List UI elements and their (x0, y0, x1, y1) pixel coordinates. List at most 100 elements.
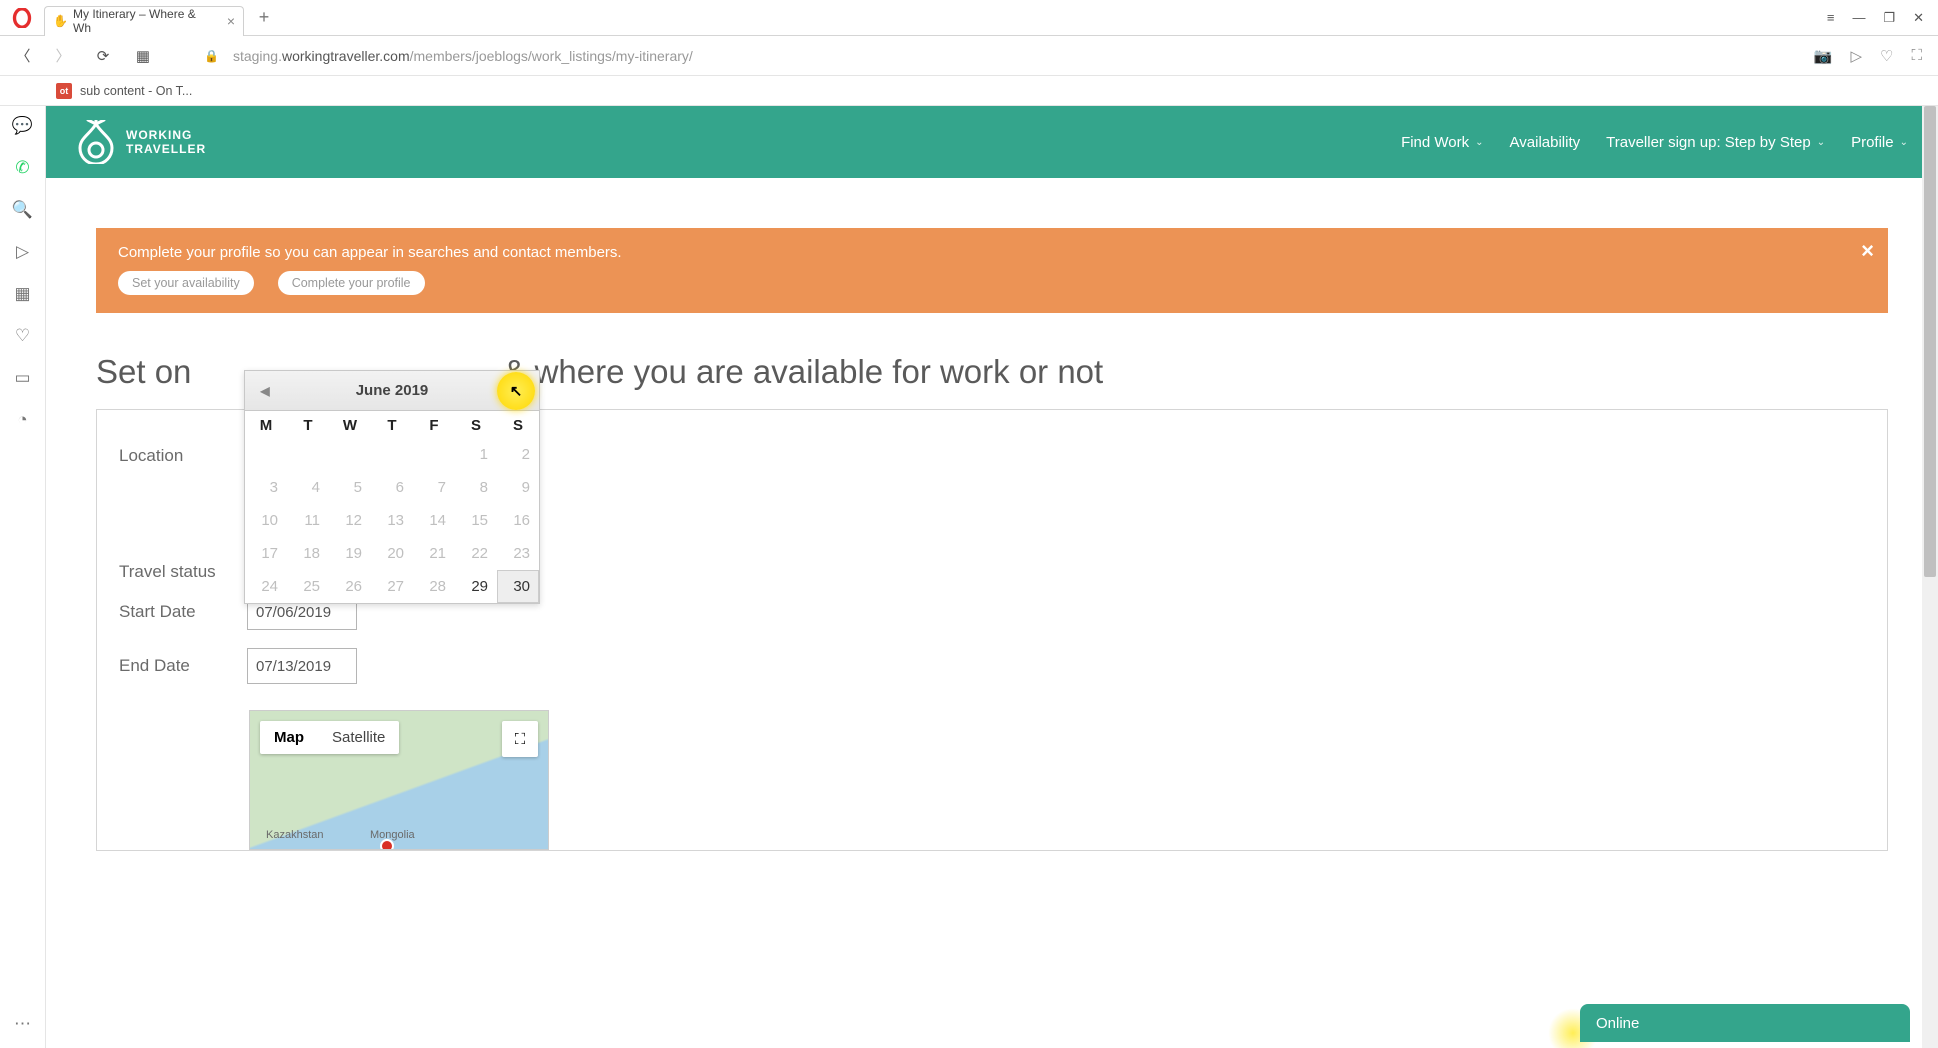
logo-mark-icon (76, 120, 116, 164)
chat-widget[interactable]: Online (1580, 1004, 1910, 1042)
datepicker-day[interactable]: 29 (455, 570, 497, 603)
new-tab-button[interactable]: + (250, 4, 278, 32)
speed-dial-icon[interactable]: ▦ (130, 43, 156, 69)
datepicker-day[interactable]: 19 (329, 537, 371, 570)
map-label-kazakhstan: Kazakhstan (266, 829, 323, 841)
browser-tab[interactable]: ✋ My Itinerary – Where & Wh × (44, 6, 244, 36)
datepicker-day[interactable]: 7 (413, 471, 455, 504)
back-button[interactable]: 〈 (10, 43, 36, 69)
main-nav: Find Work⌄ Availability Traveller sign u… (1401, 134, 1908, 151)
datepicker-day (371, 438, 413, 471)
datepicker-day[interactable]: 23 (497, 537, 539, 570)
datepicker-day[interactable]: 18 (287, 537, 329, 570)
workspaces-icon[interactable]: ▦ (14, 284, 30, 304)
map-button[interactable]: Map (260, 721, 318, 754)
scrollbar-thumb[interactable] (1924, 106, 1936, 577)
datepicker-day[interactable]: 28 (413, 570, 455, 603)
datepicker-day[interactable]: 27 (371, 570, 413, 603)
datepicker-day-headers: MTWTFSS (245, 411, 539, 438)
maximize-icon[interactable]: ❐ (1883, 10, 1895, 26)
bookmark-favicon-icon: ot (56, 83, 72, 99)
lock-icon[interactable]: 🔒 (204, 49, 219, 63)
send-tab-icon[interactable]: ▷ (16, 242, 29, 262)
end-date-input[interactable] (247, 648, 357, 684)
datepicker-day[interactable]: 5 (329, 471, 371, 504)
snapshot-icon[interactable]: 📷 (1814, 47, 1833, 65)
set-availability-button[interactable]: Set your availability (118, 271, 254, 295)
settings-toggle-icon[interactable]: ⛶ (1911, 47, 1922, 65)
datepicker-dow: T (371, 411, 413, 438)
tab-title: My Itinerary – Where & Wh (73, 7, 217, 35)
datepicker-day[interactable]: 4 (287, 471, 329, 504)
datepicker-day[interactable]: 9 (497, 471, 539, 504)
datepicker-title: June 2019 (356, 382, 429, 399)
datepicker-day[interactable]: 3 (245, 471, 287, 504)
datepicker-day[interactable]: 16 (497, 504, 539, 537)
datepicker-day[interactable]: 22 (455, 537, 497, 570)
site-logo[interactable]: WORKINGTRAVELLER (76, 120, 206, 164)
window-controls: ≡ — ❐ ✕ (1827, 10, 1938, 26)
datepicker-day[interactable]: 25 (287, 570, 329, 603)
datepicker-dow: M (245, 411, 287, 438)
messenger-icon[interactable]: 💬 (12, 116, 33, 136)
nav-profile[interactable]: Profile⌄ (1851, 134, 1908, 151)
heart-icon[interactable]: ♡ (1880, 47, 1893, 65)
datepicker-day[interactable]: 24 (245, 570, 287, 603)
datepicker-day[interactable]: 17 (245, 537, 287, 570)
datepicker-day[interactable]: 12 (329, 504, 371, 537)
datepicker-day[interactable]: 11 (287, 504, 329, 537)
datepicker-day[interactable]: 15 (455, 504, 497, 537)
datepicker-day[interactable]: 13 (371, 504, 413, 537)
scrollbar[interactable] (1922, 106, 1938, 1048)
datepicker-day (413, 438, 455, 471)
nav-find-work[interactable]: Find Work⌄ (1401, 134, 1483, 151)
chevron-down-icon: ⌄ (1475, 137, 1483, 148)
nav-availability[interactable]: Availability (1510, 134, 1581, 151)
datepicker-dow: W (329, 411, 371, 438)
datepicker-day (329, 438, 371, 471)
browser-title-bar: ✋ My Itinerary – Where & Wh × + ≡ — ❐ ✕ (0, 0, 1938, 36)
map-fullscreen-icon[interactable]: ⛶ (502, 721, 538, 757)
location-label: Location (119, 446, 229, 466)
datepicker-day[interactable]: 6 (371, 471, 413, 504)
datepicker-dow: T (287, 411, 329, 438)
complete-profile-button[interactable]: Complete your profile (278, 271, 425, 295)
more-icon[interactable]: ⋯ (14, 1014, 31, 1034)
opera-menu-icon[interactable] (0, 0, 44, 36)
whatsapp-icon[interactable]: ✆ (15, 158, 29, 178)
datepicker-prev-button[interactable]: ◀ (253, 379, 277, 403)
send-icon[interactable]: ▷ (1850, 47, 1862, 65)
datepicker-day[interactable]: 26 (329, 570, 371, 603)
favorites-icon[interactable]: ♡ (15, 326, 30, 346)
easy-setup-icon[interactable]: ≡ (1827, 10, 1835, 26)
nav-signup[interactable]: Traveller sign up: Step by Step⌄ (1606, 134, 1825, 151)
bookmark-item[interactable]: sub content - On T... (80, 84, 192, 98)
datepicker-day[interactable]: 20 (371, 537, 413, 570)
news-icon[interactable]: ▭ (14, 368, 30, 388)
datepicker-day[interactable]: 21 (413, 537, 455, 570)
start-date-label: Start Date (119, 602, 229, 622)
map[interactable]: Map Satellite ⛶ Kazakhstan Mongolia (249, 710, 549, 850)
datepicker-dow: S (455, 411, 497, 438)
close-window-icon[interactable]: ✕ (1913, 10, 1924, 26)
notice-close-icon[interactable]: × (1861, 238, 1874, 264)
forward-button[interactable]: 〉 (50, 43, 76, 69)
datepicker-day[interactable]: 8 (455, 471, 497, 504)
datepicker: ◀ June 2019 ▶ ↖ MTWTFSS 1234567891011121… (244, 370, 540, 604)
search-icon[interactable]: 🔍 (12, 200, 33, 220)
datepicker-day[interactable]: 1 (455, 438, 497, 471)
tab-close-icon[interactable]: × (227, 13, 235, 29)
datepicker-day[interactable]: 2 (497, 438, 539, 471)
satellite-button[interactable]: Satellite (318, 721, 399, 754)
datepicker-day[interactable]: 14 (413, 504, 455, 537)
datepicker-day[interactable]: 30 (497, 570, 539, 603)
datepicker-day[interactable]: 10 (245, 504, 287, 537)
history-icon[interactable]: ◔ (17, 410, 27, 430)
url-display[interactable]: staging.workingtraveller.com/members/joe… (233, 48, 1800, 64)
reload-button[interactable]: ⟳ (90, 43, 116, 69)
page-content: WORKINGTRAVELLER Find Work⌄ Availability… (46, 106, 1938, 1048)
address-bar: 〈 〉 ⟳ ▦ 🔒 staging.workingtraveller.com/m… (0, 36, 1938, 76)
bookmarks-bar: ot sub content - On T... (0, 76, 1938, 106)
highlight-ring: ↖ (497, 372, 535, 410)
minimize-icon[interactable]: — (1852, 10, 1865, 26)
